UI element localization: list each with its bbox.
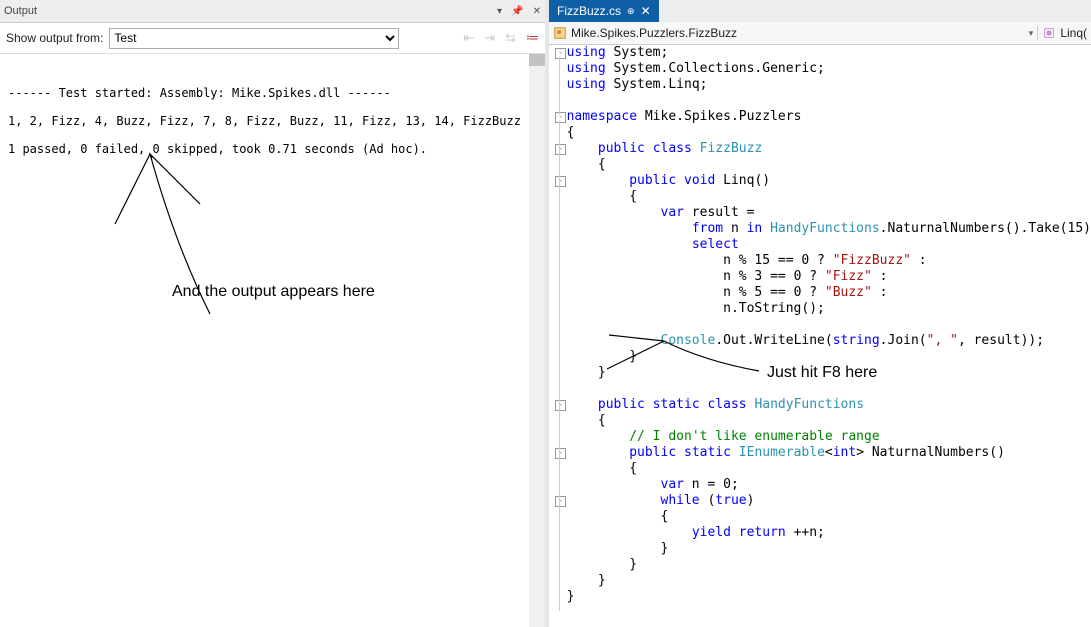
class-icon (553, 26, 567, 40)
output-toolbar: Show output from: Test ⇤ ⇥ ⇆ ≔ (0, 23, 545, 54)
output-pane-title: Output (4, 5, 491, 17)
navbar-member: Linq( (1060, 26, 1087, 40)
close-icon[interactable]: ✕ (533, 6, 541, 17)
output-text[interactable]: ------ Test started: Assembly: Mike.Spik… (0, 54, 545, 627)
document-tabstrip: FizzBuzz.cs ⊕ ✕ (549, 0, 1091, 22)
outline-toggle[interactable]: - (555, 448, 566, 459)
outline-toggle[interactable]: - (555, 400, 566, 411)
output-pane: Output ▾ 📌 ✕ Show output from: Test ⇤ ⇥ … (0, 0, 549, 627)
indent-left-icon[interactable]: ⇤ (463, 30, 474, 46)
toggle-wrap-icon[interactable]: ≔ (526, 30, 539, 46)
chevron-down-icon: ▾ (1029, 28, 1034, 39)
method-icon (1042, 26, 1056, 40)
tab-pin-icon[interactable]: ⊕ (627, 6, 635, 17)
pin-icon[interactable]: 📌 (511, 6, 523, 17)
outline-toggle[interactable]: - (555, 112, 566, 123)
output-scrollbar[interactable] (529, 54, 545, 627)
output-source-select[interactable]: Test (109, 28, 399, 49)
outline-toggle[interactable]: - (555, 176, 566, 187)
annotation-left-text: And the output appears here (172, 283, 375, 300)
clear-all-icon[interactable]: ⇆ (505, 30, 516, 46)
window-position-icon[interactable]: ▾ (497, 6, 502, 17)
outline-toggle[interactable]: - (555, 48, 566, 59)
output-scroll-thumb[interactable] (529, 54, 545, 66)
navbar-member-dropdown[interactable]: Linq( (1038, 26, 1091, 40)
outline-gutter[interactable]: ------- (549, 45, 561, 627)
outline-toggle[interactable]: - (555, 496, 566, 507)
output-pane-titlebar[interactable]: Output ▾ 📌 ✕ (0, 0, 545, 23)
tab-filename: FizzBuzz.cs (557, 4, 621, 18)
indent-right-icon[interactable]: ⇥ (484, 30, 495, 46)
editor-navbar: Mike.Spikes.Puzzlers.FizzBuzz ▾ Linq( (549, 22, 1091, 45)
document-tab-fizzbuzz[interactable]: FizzBuzz.cs ⊕ ✕ (549, 0, 659, 22)
tab-close-icon[interactable]: ✕ (641, 4, 651, 18)
editor-pane: FizzBuzz.cs ⊕ ✕ Mike.Spikes.Puzzlers.Fiz… (549, 0, 1091, 627)
navbar-type-dropdown[interactable]: Mike.Spikes.Puzzlers.FizzBuzz ▾ (549, 26, 1038, 40)
navbar-namespace: Mike.Spikes.Puzzlers.FizzBuzz (571, 26, 737, 40)
show-output-label: Show output from: (6, 31, 103, 45)
code-editor[interactable]: ------- using System;using System.Collec… (549, 45, 1091, 627)
outline-toggle[interactable]: - (555, 144, 566, 155)
